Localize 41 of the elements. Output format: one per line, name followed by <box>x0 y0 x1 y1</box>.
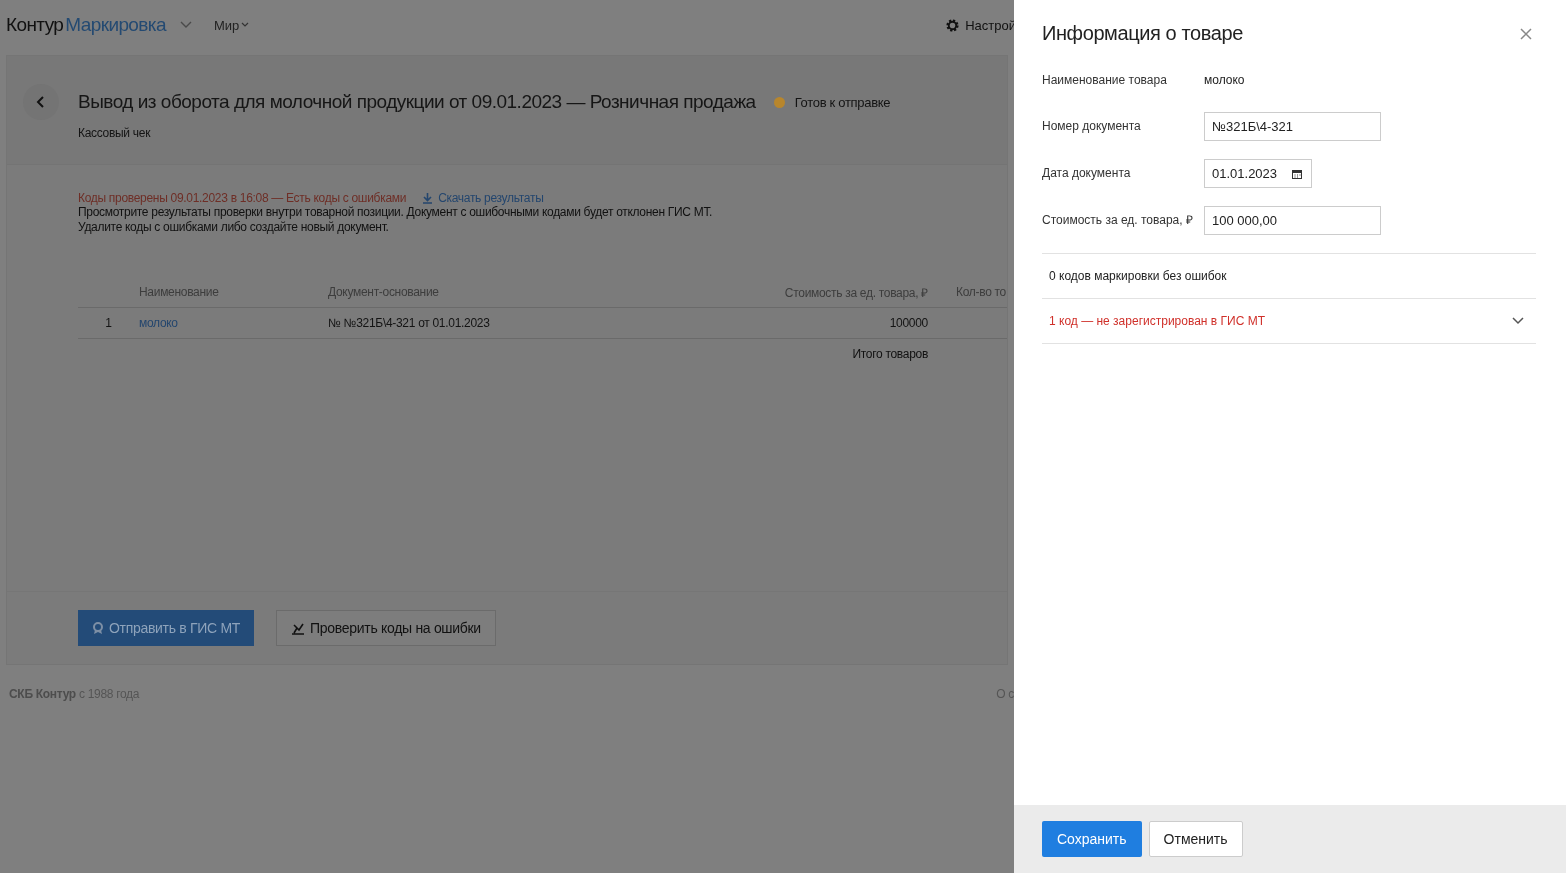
column-header: Наименование <box>139 285 220 299</box>
download-icon[interactable] <box>422 192 434 204</box>
date-field[interactable]: 01.01.2023 <box>1204 159 1312 188</box>
table-cell-text: 100000 <box>888 316 928 330</box>
field-label: Наименование товара <box>1042 72 1168 88</box>
code-group: 0 кодов маркировки без ошибок <box>1042 254 1536 299</box>
field-label: Номер документа <box>1042 119 1142 134</box>
close-icon[interactable] <box>1520 27 1532 40</box>
total-label: Итого товаров <box>851 347 928 361</box>
product-name: молоко <box>1204 73 1245 87</box>
logo[interactable]: КонтурМаркировка <box>6 14 166 36</box>
status-dot <box>773 96 785 108</box>
column-header: Стоимость за ед. товара, ₽ <box>783 284 928 301</box>
input-field[interactable]: №321Б\4-321 <box>1204 112 1381 141</box>
calendar-icon[interactable] <box>1292 168 1302 179</box>
status-text: Готов к отправке <box>794 94 891 110</box>
code-group[interactable]: 1 код — не зарегистрирован в ГИС МТ <box>1042 299 1536 344</box>
send-button[interactable]: Отправить в ГИС МТ <box>78 610 255 646</box>
settings-icon <box>945 17 961 33</box>
check-note: Просмотрите результаты проверки внутри товарной позиции. Документ с ошибочными кодами будет отклонен ГИС МТ. <box>78 205 714 220</box>
check-result: Коды проверены 09.01.2023 в 16:08 — Есть коды с ошибками <box>78 191 407 205</box>
field-label: Стоимость за ед. товара, ₽ <box>1042 213 1194 228</box>
award-icon[interactable] <box>92 621 104 635</box>
column-header: Документ-основание <box>328 285 440 299</box>
check-note: Удалите коды с ошибками либо создайте новый документ. <box>78 220 390 235</box>
caret-icon[interactable] <box>241 22 250 28</box>
chart-icon[interactable] <box>291 621 306 635</box>
document-type: Кассовый чек <box>78 126 152 140</box>
back-button[interactable] <box>23 84 59 120</box>
organization-dropdown[interactable]: Мир <box>213 17 250 33</box>
row-number: 1 <box>104 316 113 330</box>
verify-codes-button[interactable]: Проверить коды на ошибки <box>276 610 496 646</box>
chevron-down-icon[interactable] <box>1512 317 1524 325</box>
cancel-button[interactable]: Отменить <box>1148 821 1243 857</box>
table-cell-text: № №321Б\4-321 от 01.01.2023 <box>328 316 491 330</box>
document-title: Вывод из оборота для молочной продукции от 09.01.2023 — Розничная продажа <box>78 91 756 113</box>
column-header: Кол-во то <box>955 285 1007 299</box>
save-button[interactable]: Сохранить <box>1042 821 1142 857</box>
field-label: Дата документа <box>1042 166 1132 181</box>
panel-title: Информация о товаре <box>1042 21 1243 45</box>
input-field[interactable]: 100 000,00 <box>1204 206 1381 235</box>
